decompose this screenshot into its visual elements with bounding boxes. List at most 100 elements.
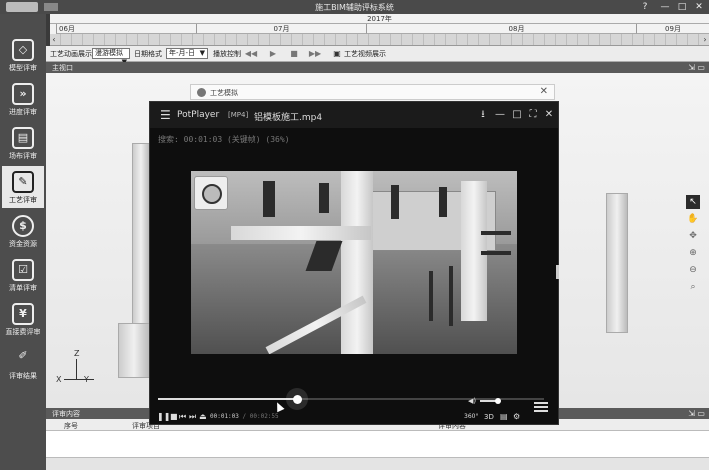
schedule-timeline[interactable]: 2017年 06月 07月 08月 09月 ‹ › [50,14,709,46]
previous-icon[interactable]: ⏮ [179,412,186,422]
window-title: 施工BIM辅助评标系统 [315,3,394,12]
timeline-month: 06月 [56,24,196,34]
progress-icon: » [12,83,34,105]
dollar-icon: $ [12,215,34,237]
sidebar-item-label: 直接费评审 [5,328,41,336]
sidebar-item-label: 评审结果 [9,372,37,380]
pen-icon: ✐ [18,349,28,362]
date-format-select[interactable]: 年-月-日 ▼ [166,48,208,59]
stop-icon[interactable]: ■ [170,412,178,422]
sidebar-item-progress-review[interactable]: » 进度评审 [2,78,44,120]
speaker-icon[interactable]: ◀) [468,396,476,406]
sidebar-item-process-review[interactable]: ✎ 工艺评审 [2,166,44,208]
timeline-month: 09月 [636,24,709,34]
pause-icon[interactable]: ❚❚ [157,412,170,422]
video-frame[interactable] [191,171,517,354]
sim-window-title: 工艺模拟 [210,89,238,97]
volume-knob[interactable] [495,398,501,404]
anim-mode-select[interactable]: 漫游模拟 ▼ [92,48,130,66]
play-icon[interactable]: ▶ [266,48,280,59]
sidebar-item-direct-cost-review[interactable]: ¥ 直接费评审 [2,298,44,340]
pan-icon[interactable]: ✋ [686,212,700,226]
sidebar-item-label: 模型评审 [9,64,37,72]
axis-z-label: Z [74,349,80,358]
timeline-scroll-right-icon[interactable]: › [701,34,709,45]
next-icon[interactable]: ⏭ [189,412,196,422]
timeline-year: 2017年 [50,14,709,24]
rewind-icon[interactable]: ◀◀ [244,48,258,59]
close-button[interactable]: ✕ [690,1,708,13]
timeline-day-cells[interactable] [50,34,709,45]
help-button[interactable]: ? [636,1,654,13]
player-maximize-button[interactable]: □ [510,108,524,122]
sidebar-item-bill-review[interactable]: ☑ 清单评审 [2,254,44,296]
axis-gizmo: Z X Y [56,349,102,395]
zoom-in-icon[interactable]: ⊕ [686,246,700,260]
subtitles-icon[interactable]: ▤ [500,412,508,422]
status-bar [46,457,709,470]
minimize-button[interactable]: — [656,1,674,13]
company-logo-badge [194,176,228,210]
menu-icon[interactable]: ☰ [160,109,171,121]
player-resize-handle[interactable] [556,265,559,279]
mouse-cursor [273,400,285,413]
fast-forward-icon[interactable]: ▶▶ [308,48,322,59]
potplayer-window: ☰ PotPlayer [MP4] 铝模板施工.mp4 ⭳ — □ ⛶ ✕ 搜索… [149,101,559,425]
panel-dock-icon[interactable]: ⇲ ▭ [688,62,705,73]
process-toolbar: 工艺动画展示 漫游模拟 ▼ 日期格式 年-月-日 ▼ 播放控制 ◀◀ ▶ ■ ▶… [46,46,709,66]
col-index[interactable]: 序号 [64,421,78,431]
process-sim-window-header: 工艺模拟 ✕ [190,84,555,100]
sidebar-item-label: 场布评审 [9,152,37,160]
pointer-icon[interactable]: ↖ [686,195,700,209]
axis-x-label: X [56,375,62,384]
panel-dock-icon[interactable]: ⇲ ▭ [688,408,705,419]
fullscreen-icon[interactable]: ⛶ [526,108,540,122]
eject-icon[interactable]: ⏏ [199,412,207,422]
vr-360-button[interactable]: 360° [464,412,478,422]
main-viewport-header: 主视口 ⇲ ▭ [46,62,709,73]
seek-knob[interactable] [292,395,302,404]
window-title-bar: 施工BIM辅助评标系统 ? — □ ✕ [0,0,709,14]
pin-icon[interactable]: ⭳ [476,108,490,122]
player-minimize-button[interactable]: — [493,108,507,122]
zoom-out-icon[interactable]: ⊖ [686,263,700,277]
eval-panel-title: 评审内容 [52,410,80,418]
model-column [118,323,150,378]
edit-icon: ✎ [12,171,34,193]
main-viewport-title: 主视口 [52,64,73,72]
time-separator: / [238,413,250,420]
player-app-name: PotPlayer [177,110,220,120]
current-time: 00:01:03 [210,413,239,420]
sidebar-item-site-layout-review[interactable]: ▤ 场布评审 [2,122,44,164]
cube-icon: ◇ [12,39,34,61]
maximize-button[interactable]: □ [673,1,691,13]
close-icon[interactable]: ✕ [540,86,548,97]
file-format: [MP4] [228,111,249,119]
anim-mode-value: 漫游模拟 [95,49,123,57]
playlist-icon[interactable] [534,402,548,414]
player-close-button[interactable]: ✕ [542,108,556,122]
sidebar-item-label: 进度评审 [9,108,37,116]
seek-osd: 搜索: 00:01:03 (关键帧) (36%) [158,135,290,144]
process-video-button[interactable]: 工艺视频展示 [344,49,386,59]
zoom-fit-icon[interactable]: ⌕ [686,280,700,294]
seek-bar-fill [158,398,297,400]
timeline-month: 07月 [196,24,366,34]
sidebar-item-label: 资金资源 [9,240,37,248]
video-icon[interactable]: ▣ [330,48,344,59]
sidebar-item-review-result[interactable]: ✐ 评审结果 [2,342,44,384]
playback-control-label: 播放控制 [213,50,241,58]
stop-icon[interactable]: ■ [287,48,301,59]
anim-display-label: 工艺动画展示 [50,50,92,58]
sidebar-item-label: 清单评审 [9,284,37,292]
timeline-scroll-left-icon[interactable]: ‹ [50,34,58,45]
date-format-label: 日期格式 [134,50,162,58]
sidebar-item-fund-resources[interactable]: $ 资金资源 [2,210,44,252]
player-title-bar[interactable]: ☰ PotPlayer [MP4] 铝模板施工.mp4 ⭳ — □ ⛶ ✕ [150,102,558,128]
sidebar-item-model-review[interactable]: ◇ 模型评审 [2,34,44,76]
orbit-icon[interactable]: ✥ [686,229,700,243]
sim-window-icon [197,88,206,97]
eval-table-body [46,431,709,457]
3d-button[interactable]: 3D [484,412,494,422]
settings-icon[interactable]: ⚙ [513,412,520,422]
